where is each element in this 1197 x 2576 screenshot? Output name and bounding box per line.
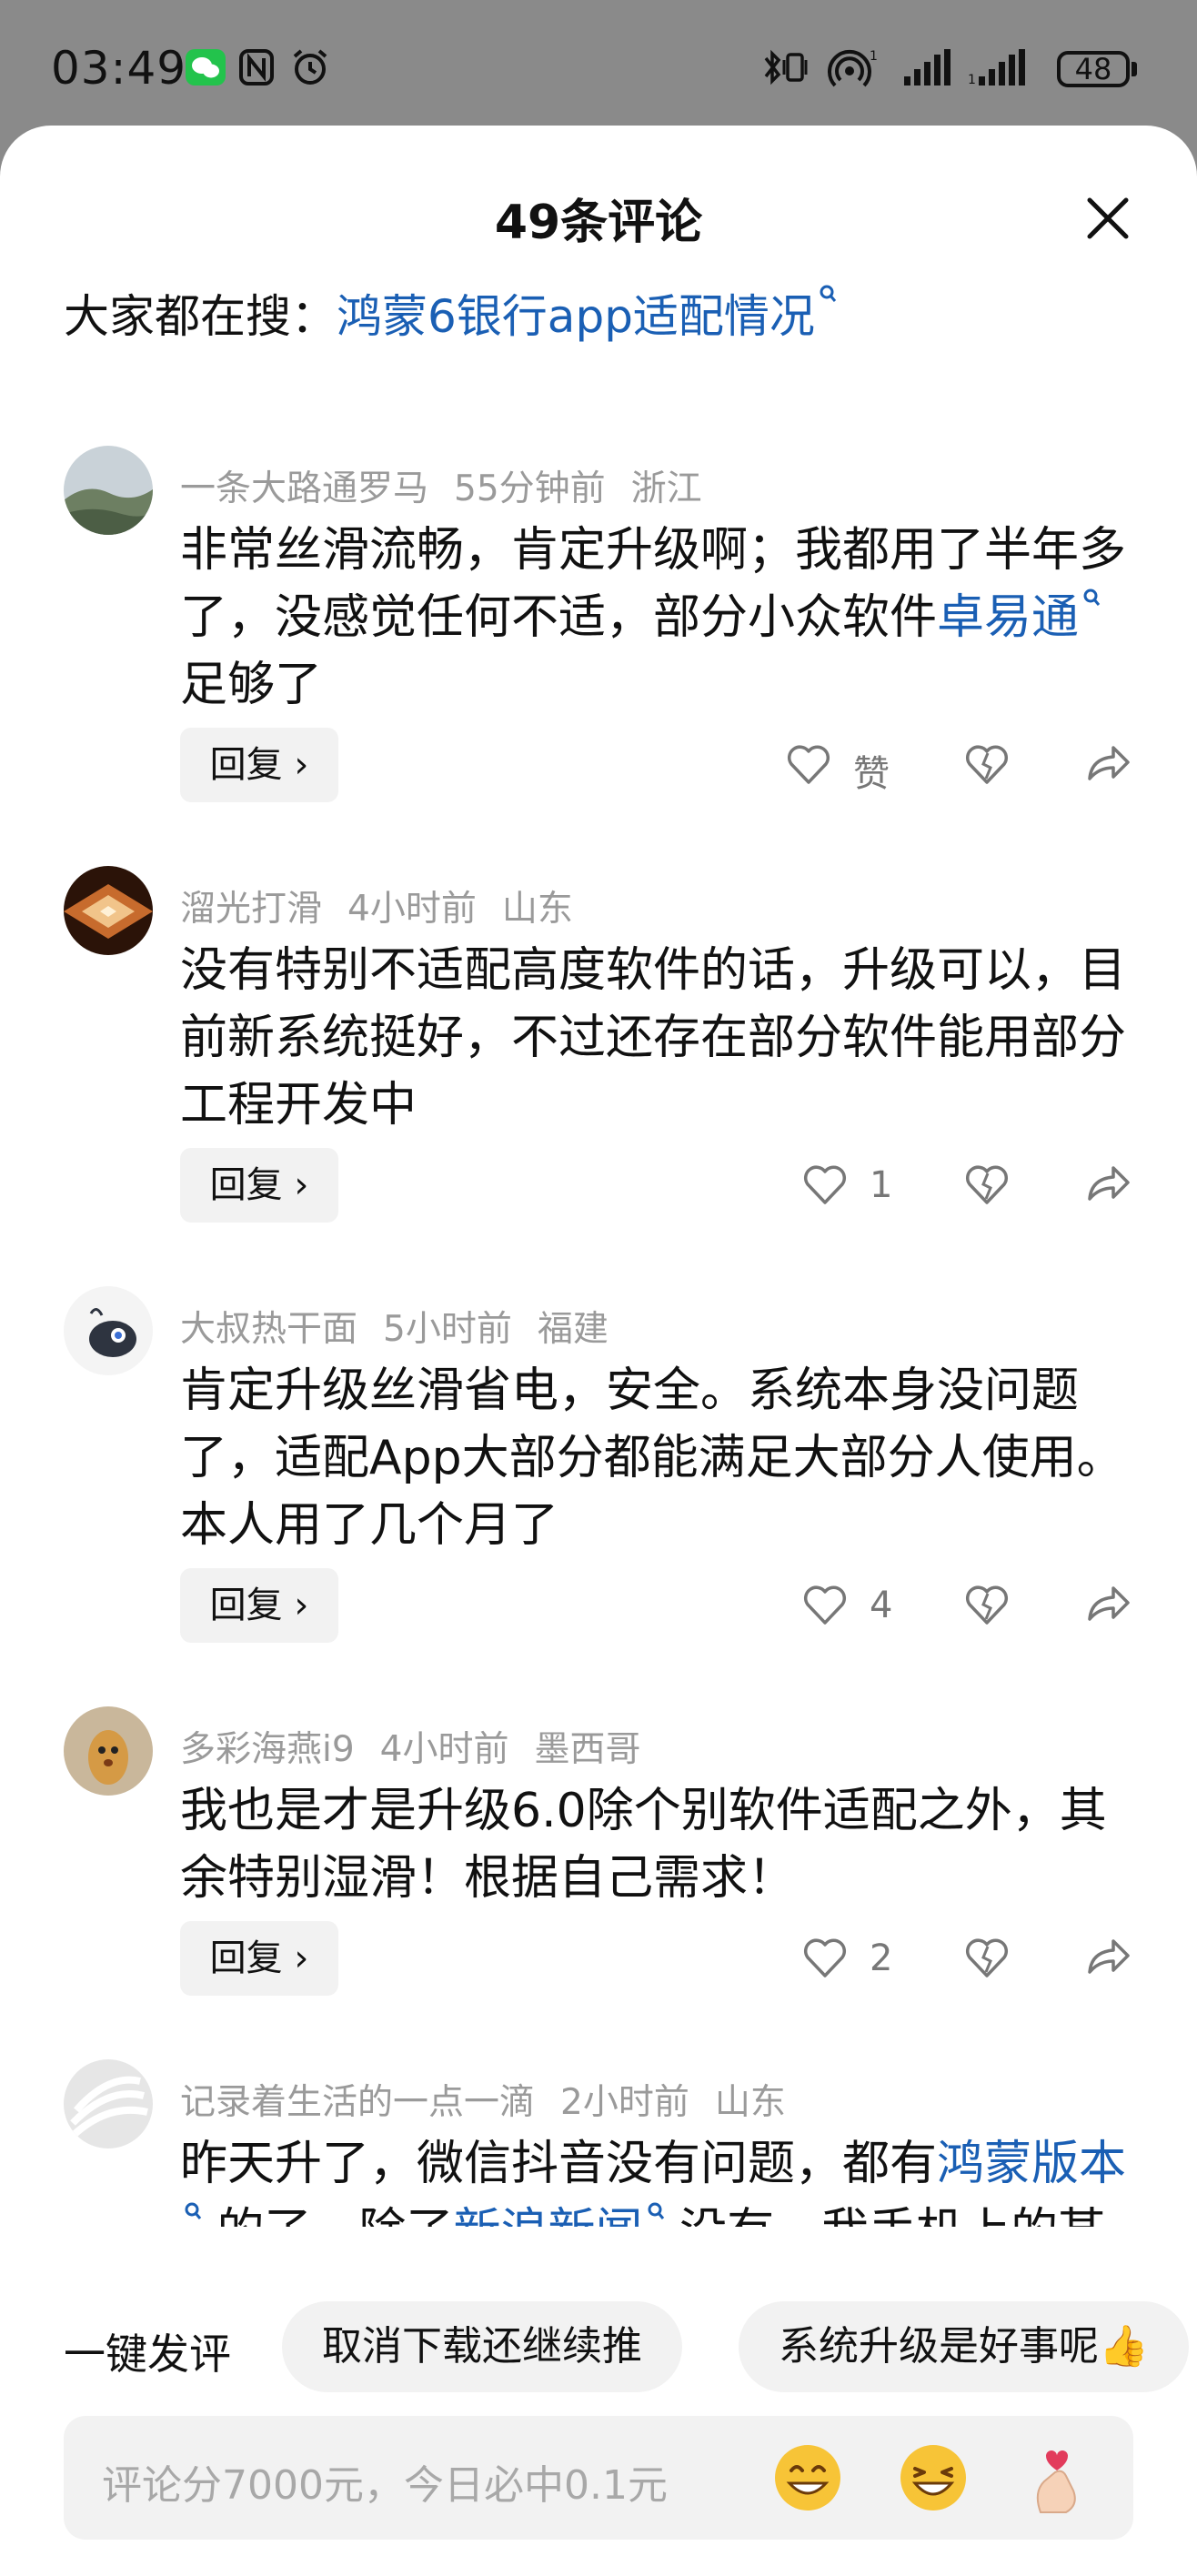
comment-time: 55分钟前 (454, 468, 606, 509)
share-icon[interactable] (1082, 1930, 1133, 1985)
signal-icon-1 (904, 49, 951, 86)
avatar[interactable] (64, 1286, 153, 1375)
dislike-icon[interactable] (962, 1930, 1011, 1985)
search-icon (185, 2202, 202, 2219)
comment-time: 4小时前 (379, 1729, 509, 1770)
comment-username[interactable]: 溜光打滑 (180, 889, 322, 930)
comment-text: 没有特别不适配高度软件的话，升级可以，目前新系统挺好，不过还存在部分软件能用部分… (180, 943, 1127, 1132)
alarm-icon (293, 49, 327, 85)
comment-text-part: 的了，除了 (202, 2204, 454, 2227)
trending-search-label: 大家都在搜： (64, 290, 337, 343)
comment-text: 肯定升级丝滑省电，安全。系统本身没问题了，适配App大部分都能满足大部分人使用。… (180, 1363, 1124, 1553)
share-icon[interactable] (1082, 1577, 1133, 1632)
avatar[interactable] (64, 866, 153, 955)
reply-button[interactable]: 回复 › (180, 728, 338, 802)
comment-link[interactable]: 卓易通 (937, 590, 1079, 645)
comment-text: 昨天升了，微信抖音没有问题，都有鸿蒙版本 的了，除了新浪新闻 没有，我手机上的某… (180, 2130, 1144, 2227)
trending-search: 大家都在搜：鸿蒙6银行app适配情况 (64, 280, 837, 346)
comment-time: 5小时前 (383, 1309, 512, 1350)
comment-location: 山东 (501, 889, 573, 930)
comment-input-placeholder: 评论分7000元，今日必中0.1元 (102, 2462, 668, 2509)
trending-search-link[interactable]: 鸿蒙6银行app适配情况 (337, 290, 815, 343)
wechat-icon (186, 49, 226, 86)
comment-location: 墨西哥 (534, 1729, 641, 1770)
comment-username[interactable]: 大叔热干面 (180, 1309, 357, 1350)
grin-emoji-icon[interactable] (768, 2438, 848, 2518)
quick-reply-chip[interactable]: 系统升级是好事呢👍 (739, 2301, 1189, 2392)
comment-meta: 一条大路通罗马 55分钟前 浙江 (180, 460, 728, 511)
share-icon[interactable] (1082, 1157, 1133, 1212)
quick-reply-label: 一键发评 (64, 2329, 231, 2379)
comment-text: 非常丝滑流畅，肯定升级啊；我都用了半年多了，没感觉任何不适，部分小众软件卓易通 … (180, 517, 1144, 719)
comment-link[interactable]: 鸿蒙版本 (937, 2137, 1126, 2191)
like-icon[interactable] (784, 737, 833, 791)
svg-text:1: 1 (870, 49, 878, 64)
like-icon[interactable] (800, 1577, 850, 1632)
dislike-icon[interactable] (962, 1157, 1011, 1212)
search-icon (648, 2202, 664, 2219)
search-icon (820, 285, 837, 302)
like-count: 2 (870, 1937, 893, 1979)
comment-list: 一条大路通罗马 55分钟前 浙江 非常丝滑流畅，肯定升级啊；我都用了半年多了，没感觉… (0, 435, 1197, 2227)
quick-reply-chip[interactable]: 取消下载还继续推 (282, 2301, 682, 2392)
laugh-emoji-icon[interactable] (893, 2438, 973, 2518)
like-count: 4 (870, 1585, 893, 1626)
quick-reply-bar: 一键发评 取消下载还继续推 系统升级是好事呢👍 (0, 2299, 1197, 2400)
battery-indicator: 48 (1057, 51, 1130, 87)
comment-text: 我也是才是升级6.0除个别软件适配之外，其余特别湿滑！根据自己需求！ (180, 1784, 1107, 1906)
search-icon (1083, 589, 1101, 606)
comment-meta: 记录着生活的一点一滴 2小时前 山东 (180, 2074, 811, 2125)
like-icon[interactable] (800, 1930, 850, 1985)
battery-tip (1132, 62, 1137, 76)
sheet-title: 49条评论 (494, 196, 703, 250)
close-icon[interactable] (1079, 189, 1137, 247)
comment-time: 4小时前 (347, 889, 477, 930)
comment-text-part: 昨天升了，微信抖音没有问题，都有 (180, 2137, 938, 2191)
reply-button[interactable]: 回复 › (180, 1568, 338, 1643)
comment-link[interactable]: 新浪新闻 (454, 2204, 643, 2227)
comment-username[interactable]: 多彩海燕i9 (180, 1729, 355, 1770)
like-icon[interactable] (800, 1157, 850, 1212)
dislike-icon[interactable] (962, 1577, 1011, 1632)
comment-location: 山东 (714, 2082, 786, 2123)
signal-icon-2: 1 (968, 49, 1025, 87)
like-count: 1 (870, 1164, 893, 1206)
comment-meta: 溜光打滑 4小时前 山东 (180, 880, 598, 931)
comment-location: 浙江 (630, 468, 702, 509)
avatar[interactable] (64, 446, 153, 535)
svg-text:1: 1 (968, 73, 976, 87)
comment-username[interactable]: 一条大路通罗马 (180, 468, 428, 509)
comment-input[interactable]: 评论分7000元，今日必中0.1元 (64, 2416, 1133, 2540)
hotspot-icon: 1 (828, 49, 878, 87)
dislike-icon[interactable] (962, 737, 1011, 791)
reply-button[interactable]: 回复 › (180, 1148, 338, 1223)
status-time: 03:49 (51, 42, 187, 95)
comment-username[interactable]: 记录着生活的一点一滴 (180, 2082, 535, 2123)
bluetooth-vibrate-icon (764, 49, 808, 86)
avatar[interactable] (64, 1706, 153, 1796)
comment-sheet: 49条评论 大家都在搜：鸿蒙6银行app适配情况 一条大路通罗马 55分钟前 浙江 … (0, 126, 1197, 2576)
comment-text-part: 足够了 (180, 658, 323, 712)
comment-time: 2小时前 (560, 2082, 689, 2123)
status-bar: 03:49 1 1 48 (0, 0, 1197, 127)
share-icon[interactable] (1082, 737, 1133, 791)
avatar[interactable] (64, 2059, 153, 2148)
like-count: 赞 (853, 753, 890, 795)
comment-meta: 大叔热干面 5小时前 福建 (180, 1301, 634, 1352)
nfc-icon (239, 49, 274, 86)
comment-location: 福建 (537, 1309, 609, 1350)
finger-heart-emoji-icon[interactable] (1019, 2438, 1099, 2518)
comment-meta: 多彩海燕i9 4小时前 墨西哥 (180, 1721, 667, 1772)
reply-button[interactable]: 回复 › (180, 1921, 338, 1996)
